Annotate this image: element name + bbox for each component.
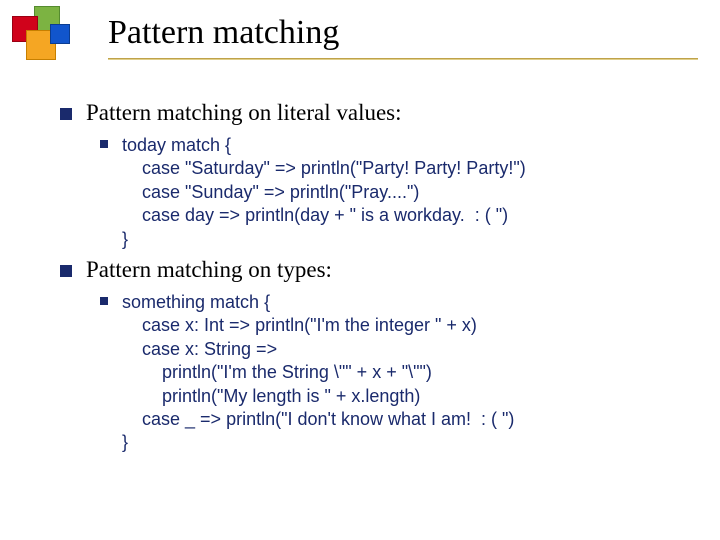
title-underline (108, 58, 698, 59)
bullet-icon (60, 265, 72, 277)
bullet-icon (100, 140, 108, 148)
slide-body: Pattern matching on literal values: toda… (60, 100, 710, 461)
sub-bullet-1: today match { case "Saturday" => println… (100, 134, 710, 251)
bullet-heading: Pattern matching on types: (86, 257, 332, 283)
sub-bullet-2: something match { case x: Int => println… (100, 291, 710, 455)
slide-title: Pattern matching (108, 14, 700, 52)
slide: Pattern matching Pattern matching on lit… (0, 0, 720, 540)
bullet-heading: Pattern matching on literal values: (86, 100, 402, 126)
bullet-item-2: Pattern matching on types: (60, 257, 710, 283)
bullet-item-1: Pattern matching on literal values: (60, 100, 710, 126)
title-container: Pattern matching (108, 14, 700, 52)
logo-square-blue (50, 24, 70, 44)
slide-logo (6, 6, 94, 66)
bullet-icon (100, 297, 108, 305)
bullet-icon (60, 108, 72, 120)
code-block: today match { case "Saturday" => println… (122, 134, 526, 251)
code-block: something match { case x: Int => println… (122, 291, 514, 455)
